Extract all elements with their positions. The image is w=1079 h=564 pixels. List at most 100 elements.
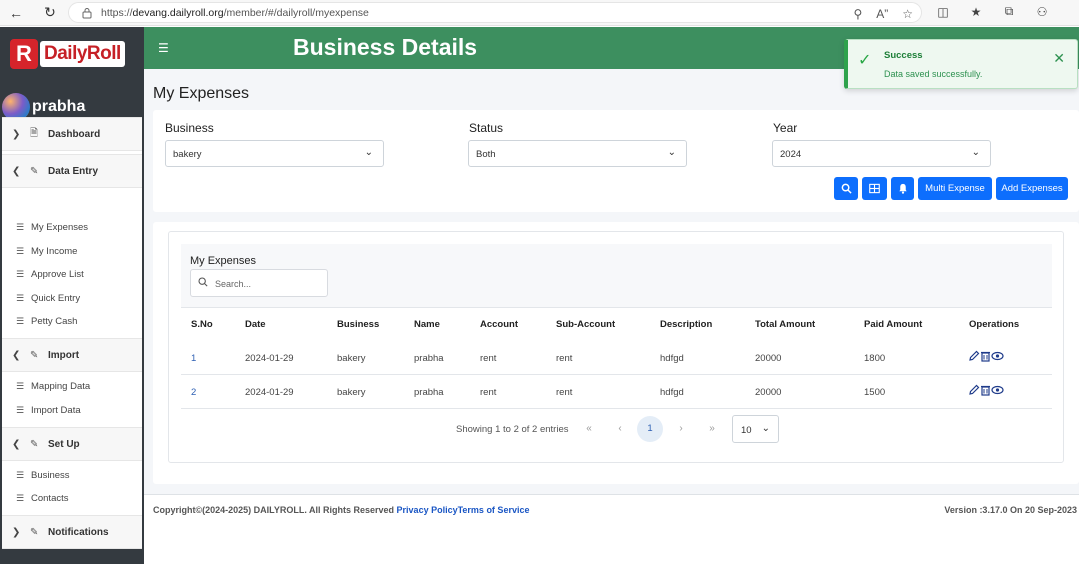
favorite-star-icon[interactable]: ☆: [902, 7, 913, 21]
row-description: hdfgd: [660, 387, 684, 398]
column-header-total-amount[interactable]: Total Amount: [755, 319, 815, 330]
pencil-icon: ✎: [30, 438, 39, 450]
sidebar-item-my-income[interactable]: ☰ My Income: [2, 240, 142, 263]
multi-expense-button[interactable]: Multi Expense: [918, 177, 992, 200]
sidebar-item-approve-list[interactable]: ☰ Approve List: [2, 263, 142, 286]
status-select[interactable]: Both ⌄: [468, 140, 687, 167]
chevron-down-icon: ⌄: [761, 423, 770, 434]
view-icon[interactable]: [991, 384, 1004, 396]
column-header-paid-amount[interactable]: Paid Amount: [864, 319, 922, 330]
page-number-current[interactable]: 1: [637, 416, 663, 442]
last-page-icon[interactable]: »: [703, 420, 721, 438]
reload-icon[interactable]: ↻: [40, 3, 60, 23]
row-operations: [968, 384, 1004, 399]
sidebar-item-business[interactable]: ☰ Business: [2, 464, 142, 487]
row-total-amount: 20000: [755, 387, 782, 398]
zoom-icon[interactable]: ⚲: [853, 7, 862, 21]
sidebar-item-my-expenses[interactable]: ☰ My Expenses: [2, 216, 142, 239]
row-sub-account: rent: [556, 353, 573, 364]
edit-icon[interactable]: [968, 350, 980, 362]
sidebar-menu: ❯ 🗎 Dashboard ❮ ✎ Data Entry ☰ My Expense…: [2, 117, 142, 549]
business-select[interactable]: bakery ⌄: [165, 140, 384, 167]
sidebar-item-contacts[interactable]: ☰ Contacts: [2, 487, 142, 510]
collections-icon[interactable]: ⧉: [1000, 4, 1018, 19]
chevron-right-icon: ❯: [12, 128, 21, 140]
back-icon[interactable]: ←: [6, 3, 26, 23]
sidebar-section-set-up[interactable]: ❮ ✎ Set Up: [2, 427, 142, 461]
sidebar-section-notifications[interactable]: ❯ ✎ Notifications: [2, 515, 142, 549]
sidebar-section-label: Data Entry: [48, 165, 99, 177]
list-icon: ☰: [16, 405, 25, 415]
column-header-name[interactable]: Name: [414, 319, 440, 330]
grid-icon: [869, 183, 880, 194]
favorites-icon[interactable]: ★: [967, 5, 985, 19]
edit-icon[interactable]: [968, 384, 980, 396]
column-header-date[interactable]: Date: [245, 319, 266, 330]
search-button[interactable]: [834, 177, 858, 200]
sidebar-section-label: Import: [48, 349, 80, 361]
column-header-operations: Operations: [969, 319, 1020, 330]
chevron-down-icon: ⌄: [667, 147, 676, 158]
close-icon[interactable]: ✕: [1053, 50, 1065, 67]
url-text: https://devang.dailyroll.org/member/#/da…: [101, 6, 369, 19]
table-row: [181, 376, 1052, 409]
list-icon: ☰: [16, 316, 25, 326]
user-name: prabha: [32, 98, 86, 115]
previous-page-icon[interactable]: ‹: [611, 420, 629, 438]
chevron-down-icon: ⌄: [364, 147, 373, 158]
terms-of-service-link[interactable]: Terms of Service: [458, 505, 530, 515]
extensions-icon[interactable]: ⚇: [1033, 5, 1051, 19]
column-header-account[interactable]: Account: [480, 319, 518, 330]
next-page-icon[interactable]: ›: [672, 420, 690, 438]
sidebar-item-quick-entry[interactable]: ☰ Quick Entry: [2, 287, 142, 310]
check-icon: ✓: [858, 52, 872, 69]
sidebar-item-petty-cash[interactable]: ☰ Petty Cash: [2, 310, 142, 333]
sidebar-item-import-data[interactable]: ☰ Import Data: [2, 399, 142, 422]
notification-button[interactable]: [891, 177, 914, 200]
divider: [181, 307, 1052, 308]
search-input[interactable]: [215, 276, 315, 291]
row-date: 2024-01-29: [245, 353, 294, 364]
dailyroll-logo[interactable]: R DailyRoll: [10, 39, 130, 69]
delete-icon[interactable]: [980, 384, 991, 396]
privacy-policy-link[interactable]: Privacy Policy: [397, 505, 458, 515]
sidebar-section-import[interactable]: ❮ ✎ Import: [2, 338, 142, 372]
row-paid-amount: 1500: [864, 387, 886, 398]
table-view-button[interactable]: [862, 177, 887, 200]
year-select[interactable]: 2024 ⌄: [772, 140, 991, 167]
column-header-sub-account[interactable]: Sub-Account: [556, 319, 615, 330]
footer-version: Version :3.17.0 On 20 Sep-2023: [944, 505, 1077, 515]
status-filter-label: Status: [469, 121, 504, 135]
sidebar-item-mapping-data[interactable]: ☰ Mapping Data: [2, 375, 142, 398]
sidebar-section-data-entry[interactable]: ❮ ✎ Data Entry: [2, 154, 142, 188]
pencil-icon: ✎: [30, 165, 39, 177]
chevron-right-icon: ❯: [12, 526, 21, 538]
add-expenses-button[interactable]: Add Expenses: [996, 177, 1068, 200]
table-title: My Expenses: [190, 255, 257, 267]
first-page-icon[interactable]: «: [580, 420, 598, 438]
row-business: bakery: [337, 353, 366, 364]
list-icon: ☰: [16, 470, 25, 480]
search-icon: [198, 277, 208, 290]
split-screen-icon[interactable]: ◫: [934, 5, 952, 19]
address-bar[interactable]: https://devang.dailyroll.org/member/#/da…: [68, 2, 922, 23]
row-total-amount: 20000: [755, 353, 782, 364]
row-description: hdfgd: [660, 353, 684, 364]
page-size-select[interactable]: 10 ⌄: [732, 415, 779, 443]
column-header-sno[interactable]: S.No: [191, 319, 213, 330]
delete-icon[interactable]: [980, 350, 991, 362]
row-paid-amount: 1800: [864, 353, 886, 364]
read-aloud-icon[interactable]: A”: [876, 7, 888, 21]
success-toast: ✓ Success Data saved successfully. ✕: [844, 39, 1078, 89]
view-icon[interactable]: [991, 350, 1004, 362]
sidebar-section-dashboard[interactable]: ❯ 🗎 Dashboard: [2, 117, 142, 151]
column-header-business[interactable]: Business: [337, 319, 379, 330]
bell-icon: [898, 183, 907, 194]
column-header-description[interactable]: Description: [660, 319, 712, 330]
hamburger-menu-icon[interactable]: ☰: [158, 41, 169, 55]
pagination-info: Showing 1 to 2 of 2 entries: [456, 424, 569, 435]
row-sno[interactable]: 2: [191, 387, 196, 398]
row-account: rent: [480, 387, 497, 398]
row-sno[interactable]: 1: [191, 353, 196, 364]
list-icon: ☰: [16, 246, 25, 256]
